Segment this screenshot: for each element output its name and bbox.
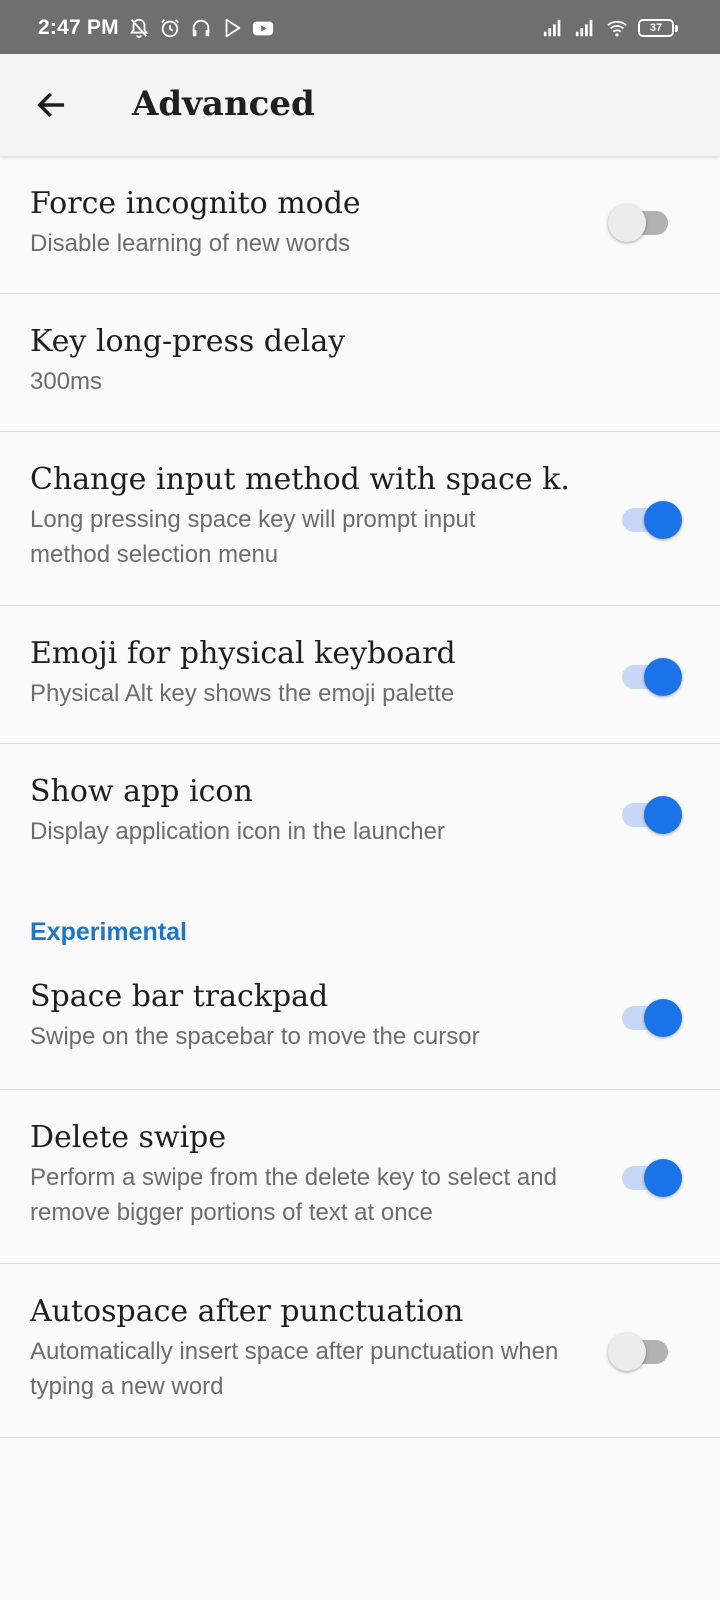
setting-subtitle: Swipe on the spacebar to move the cursor (30, 1023, 480, 1050)
setting-subtitle: Display application icon in the launcher (30, 818, 445, 845)
setting-subtitle: Automatically insert space after punctua… (30, 1338, 559, 1400)
setting-value: 300ms (30, 368, 103, 395)
battery-icon: 37 (638, 19, 678, 37)
setting-force-incognito[interactable]: Force incognito mode Disable learning of… (0, 156, 720, 294)
show-app-icon-toggle[interactable] (618, 791, 682, 837)
setting-autospace[interactable]: Autospace after punctuation Automaticall… (0, 1264, 720, 1438)
setting-subtitle: Perform a swipe from the delete key to s… (30, 1164, 557, 1226)
setting-title: Key long-press delay (30, 324, 346, 359)
autospace-toggle[interactable] (608, 1328, 668, 1374)
page-title: Advanced (132, 84, 315, 124)
alarm-icon (161, 19, 179, 38)
back-button[interactable] (28, 82, 74, 128)
signal-icon (575, 19, 593, 37)
setting-change-input-method[interactable]: Change input method with space k.. Long … (0, 432, 720, 606)
setting-emoji-physical-keyboard[interactable]: Emoji for physical keyboard Physical Alt… (0, 606, 720, 744)
toggle-thumb (644, 1159, 682, 1197)
toggle-thumb (644, 501, 682, 539)
delete-swipe-toggle[interactable] (618, 1154, 682, 1200)
change-input-toggle[interactable] (618, 496, 682, 542)
toggle-thumb (644, 796, 682, 834)
toggle-thumb (644, 658, 682, 696)
setting-title: Show app icon (30, 774, 253, 809)
status-time: 2:47 PM (38, 16, 119, 39)
wifi-icon (607, 20, 627, 37)
setting-subtitle: Physical Alt key shows the emoji palette (30, 680, 455, 707)
youtube-icon (252, 21, 274, 36)
setting-title: Delete swipe (30, 1120, 227, 1155)
mute-bell-icon (129, 18, 149, 39)
incognito-toggle[interactable] (608, 199, 668, 245)
setting-show-app-icon[interactable]: Show app icon Display application icon i… (0, 744, 720, 882)
play-store-icon (225, 18, 241, 38)
setting-subtitle: Long pressing space key will prompt inpu… (30, 506, 476, 568)
emoji-toggle[interactable] (618, 653, 682, 699)
setting-long-press-delay[interactable]: Key long-press delay 300ms (0, 294, 720, 432)
settings-list: Force incognito mode Disable learning of… (0, 156, 720, 1438)
setting-subtitle: Disable learning of new words (30, 230, 351, 257)
setting-space-bar-trackpad[interactable]: Space bar trackpad Swipe on the spacebar… (0, 952, 720, 1090)
arrow-back-icon (37, 92, 65, 118)
system-icons: 37 (542, 17, 678, 39)
section-header-experimental: Experimental (30, 918, 188, 946)
setting-delete-swipe[interactable]: Delete swipe Perform a swipe from the de… (0, 1090, 720, 1264)
app-bar: Advanced (0, 54, 720, 156)
setting-title: Space bar trackpad (30, 979, 329, 1014)
toggle-thumb (608, 204, 646, 242)
notification-icons (128, 17, 274, 39)
signal-icon (543, 19, 561, 37)
setting-title: Force incognito mode (30, 186, 361, 221)
setting-title: Change input method with space k.. (30, 462, 570, 497)
toggle-thumb (608, 1333, 646, 1371)
setting-title: Autospace after punctuation (30, 1294, 464, 1329)
headset-icon (192, 19, 210, 37)
trackpad-toggle[interactable] (618, 994, 682, 1040)
toggle-thumb (644, 999, 682, 1037)
setting-title: Emoji for physical keyboard (30, 636, 456, 671)
status-bar: 2:47 PM 37 (0, 0, 720, 54)
